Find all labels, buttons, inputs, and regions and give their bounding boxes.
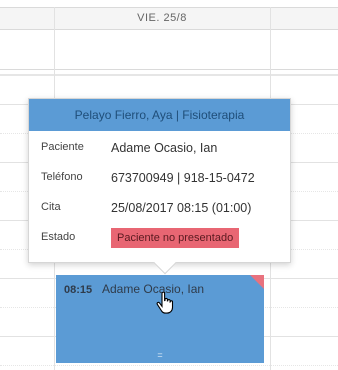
hand-pointer-icon: [156, 292, 174, 314]
popover-body: Paciente Adame Ocasio, Ian Teléfono 6737…: [29, 131, 290, 261]
phone-row: Teléfono 673700949 | 918-15-0472: [41, 171, 290, 201]
status-badge: Paciente no presentado: [111, 228, 240, 248]
appointment-event[interactable]: 08:15 Adame Ocasio, Ian =: [56, 275, 264, 363]
event-time: 08:15: [64, 284, 93, 296]
patient-row: Paciente Adame Ocasio, Ian: [41, 141, 290, 171]
appointment-row: Cita 25/08/2017 08:15 (01:00): [41, 201, 290, 231]
appointment-popover: Pelayo Fierro, Aya | Fisioterapia Pacien…: [28, 98, 291, 275]
all-day-separator: [0, 74, 338, 76]
status-corner-flag: [250, 275, 264, 289]
status-label: Estado: [41, 231, 76, 243]
time-slot-line: [0, 365, 338, 366]
popover-title: Pelayo Fierro, Aya | Fisioterapia: [29, 99, 290, 131]
day-header-friday[interactable]: VIE. 25/8: [54, 8, 270, 29]
patient-value: Adame Ocasio, Ian: [111, 141, 218, 155]
day-header-row: VIE. 25/8: [0, 7, 338, 30]
appointment-label: Cita: [41, 201, 61, 213]
phone-label: Teléfono: [41, 171, 83, 183]
appointment-value: 25/08/2017 08:15 (01:00): [111, 201, 252, 215]
event-resize-handle[interactable]: =: [56, 350, 264, 360]
all-day-row[interactable]: [0, 30, 338, 70]
phone-value: 673700949 | 918-15-0472: [111, 171, 255, 185]
event-title: Adame Ocasio, Ian: [102, 282, 205, 296]
patient-label: Paciente: [41, 141, 84, 153]
